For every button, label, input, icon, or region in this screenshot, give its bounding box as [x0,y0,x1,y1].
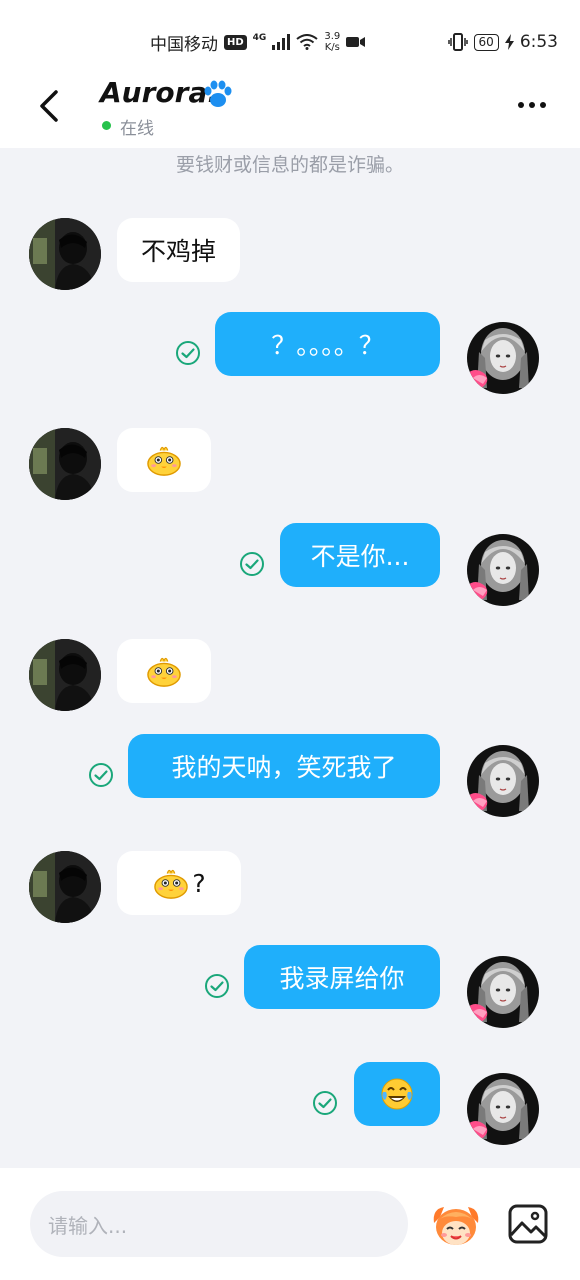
hd-badge: HD [224,34,247,50]
input-bar: 请输入... [0,1168,580,1280]
chat-header: Aurora. 在线 [0,76,580,148]
yellow-bird-emoji-icon [152,866,190,900]
paw-icon [200,78,236,114]
network-speed: 3.9 K/s [324,31,340,53]
contact-avatar[interactable] [29,218,101,290]
message-bubble-outgoing[interactable]: 我录屏给你 [244,945,440,1009]
speed-unit: K/s [324,42,340,53]
more-dot [529,102,535,108]
cartoon-sticker-icon [433,1207,479,1245]
read-check-icon [239,551,265,577]
online-status: 在线 [120,119,154,139]
message-text: ? [192,868,206,898]
battery-indicator: 60 [473,33,499,51]
my-avatar[interactable] [467,534,539,606]
more-dot [540,102,546,108]
status-bar: 中国移动 HD 4G 3.9 K/s 60 6:53 [0,0,580,78]
more-dot [518,102,524,108]
speed-value: 3.9 [324,31,341,42]
contact-avatar[interactable] [29,851,101,923]
contact-avatar[interactable] [29,639,101,711]
status-left: 中国移动 HD 4G 3.9 K/s [150,30,366,55]
message-text: ？。。。。？ [271,331,384,360]
image-button[interactable] [507,1203,549,1245]
read-check-icon [88,762,114,788]
charging-icon [504,34,514,50]
status-right: 60 6:53 [447,30,558,54]
read-check-icon [204,973,230,999]
read-check-icon [312,1090,338,1116]
my-avatar[interactable] [467,322,539,394]
message-bubble-incoming[interactable] [117,639,211,703]
message-bubble-outgoing[interactable]: 不是你... [280,523,440,587]
camera-icon [346,35,366,49]
message-bubble-incoming[interactable] [117,428,211,492]
message-bubble-incoming[interactable]: ? [117,851,241,915]
message-bubble-outgoing[interactable]: ？。。。。？ [215,312,440,376]
contact-avatar[interactable] [29,428,101,500]
my-avatar[interactable] [467,745,539,817]
more-button[interactable] [518,102,546,108]
message-text: 我的天呐，笑死我了 [171,753,397,782]
clock: 6:53 [519,32,558,52]
vibrate-icon [447,33,468,51]
tears-of-joy-emoji-icon [381,1078,413,1110]
image-icon [508,1204,548,1244]
read-check-icon [175,340,201,366]
online-dot [102,121,111,130]
cell-signal-icon [272,34,291,50]
my-avatar[interactable] [467,956,539,1028]
yellow-bird-emoji-icon [145,654,183,688]
fraud-notice: 要钱财或信息的都是诈骗。 [175,154,404,176]
message-bubble-outgoing[interactable]: 我的天呐，笑死我了 [128,734,440,798]
wifi-icon [296,34,318,50]
message-text: 我录屏给你 [279,964,405,993]
network-type: 4G [252,33,267,43]
my-avatar[interactable] [467,1073,539,1145]
carrier-label: 中国移动 [150,34,218,55]
signal-icon: 4G [253,32,267,52]
message-bubble-incoming[interactable]: 不鸡掉 [117,218,241,282]
message-input[interactable]: 请输入... [30,1191,408,1257]
message-bubble-outgoing[interactable] [354,1062,440,1126]
message-text: 不是你... [310,542,410,571]
chevron-left-icon [40,90,58,122]
yellow-bird-emoji-icon [145,443,183,477]
sticker-button[interactable] [430,1203,482,1249]
back-button[interactable] [36,88,66,124]
message-text: 不鸡掉 [141,237,217,266]
